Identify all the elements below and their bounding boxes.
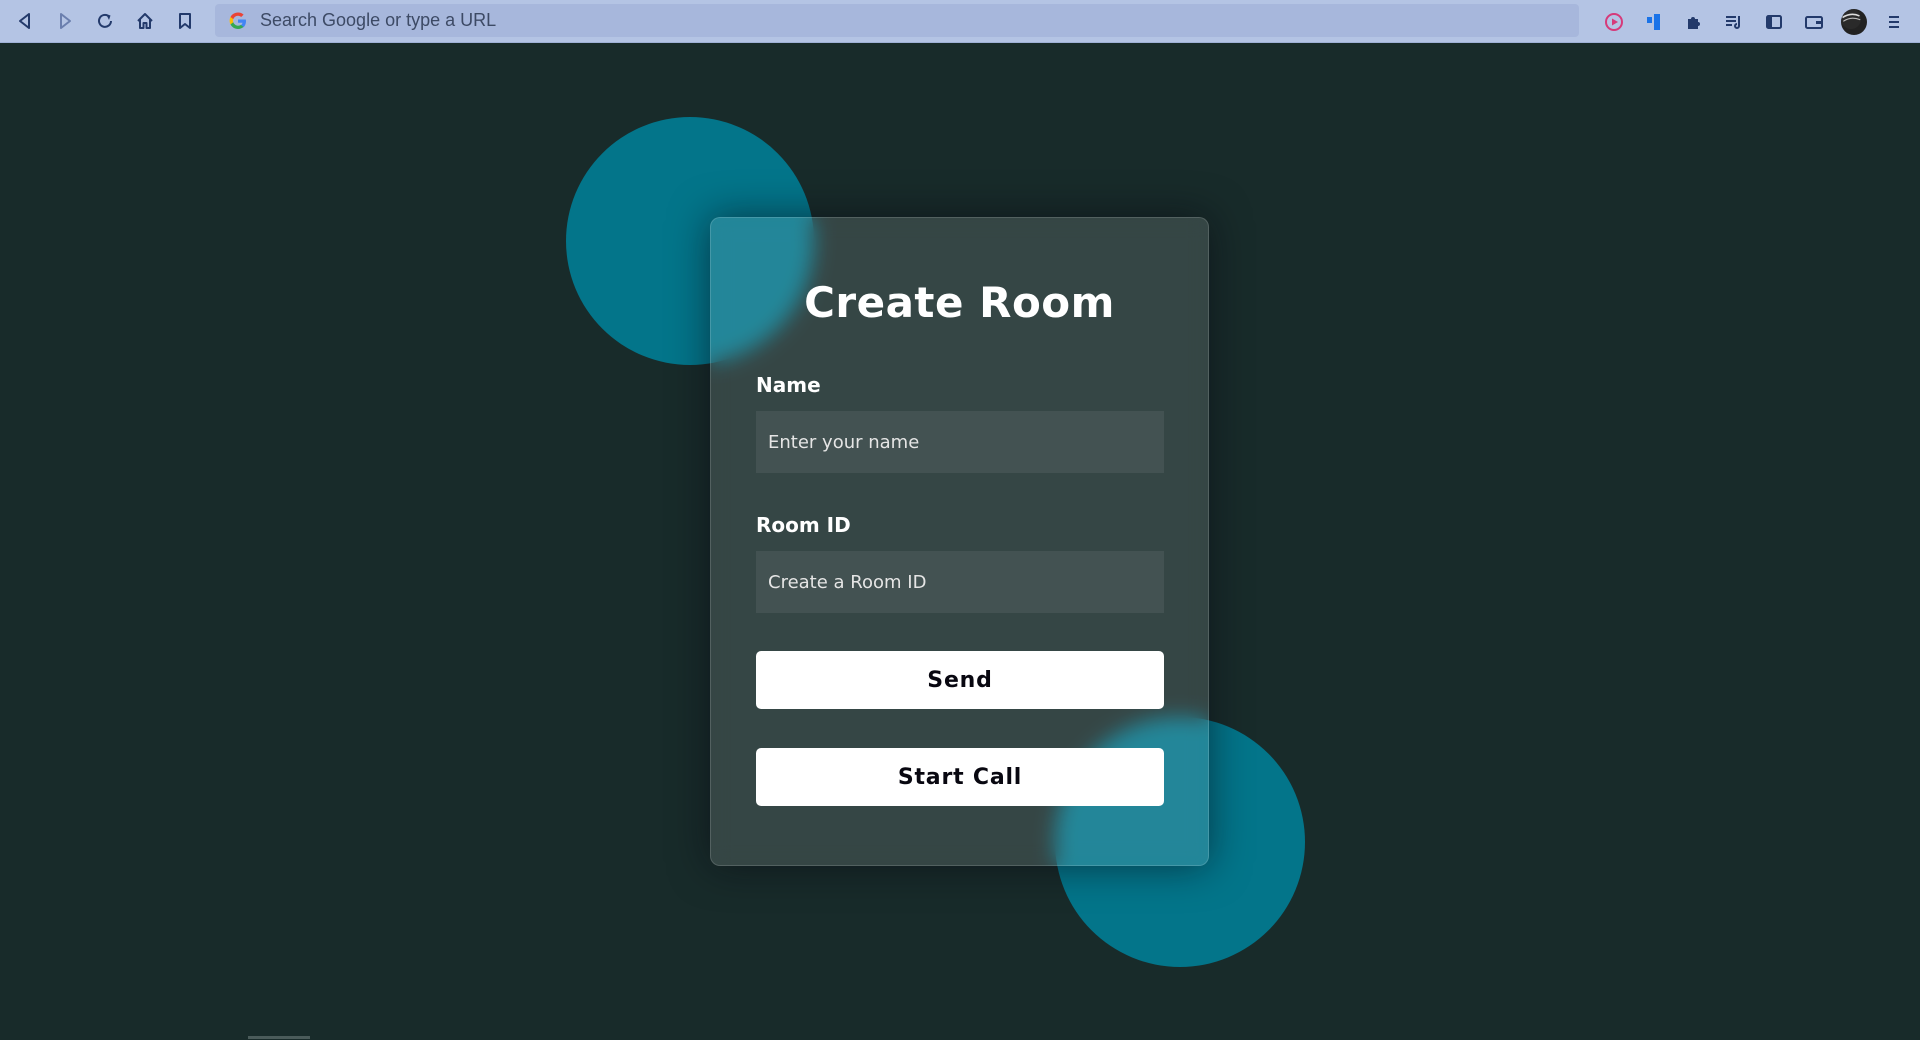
name-input[interactable] — [756, 411, 1164, 473]
media-icon[interactable] — [1598, 7, 1630, 37]
menu-icon[interactable] — [1878, 7, 1910, 37]
extensions-area — [1590, 0, 1910, 43]
sidebar-icon[interactable] — [1758, 7, 1790, 37]
room-id-input[interactable] — [756, 551, 1164, 613]
back-icon[interactable] — [10, 6, 40, 36]
browser-toolbar — [0, 0, 1920, 43]
room-id-label: Room ID — [756, 513, 851, 537]
name-label: Name — [756, 373, 821, 397]
extension-blue-icon[interactable] — [1638, 7, 1670, 37]
send-button[interactable]: Send — [756, 651, 1164, 709]
google-icon — [229, 12, 246, 29]
create-room-form: Create Room Name Room ID Send Start Call — [710, 217, 1209, 866]
forward-icon[interactable] — [50, 6, 80, 36]
omnibox-input[interactable] — [258, 9, 1562, 32]
reading-list-icon[interactable] — [1718, 7, 1750, 37]
reload-icon[interactable] — [90, 6, 120, 36]
scrollbar[interactable] — [248, 1036, 310, 1039]
home-icon[interactable] — [130, 6, 160, 36]
form-title: Create Room — [804, 278, 1115, 327]
profile-avatar[interactable] — [1838, 7, 1870, 37]
wallet-icon[interactable] — [1798, 7, 1830, 37]
puzzle-icon[interactable] — [1678, 7, 1710, 37]
omnibox[interactable] — [215, 4, 1579, 37]
bookmark-icon[interactable] — [170, 6, 200, 36]
start-call-button[interactable]: Start Call — [756, 748, 1164, 806]
